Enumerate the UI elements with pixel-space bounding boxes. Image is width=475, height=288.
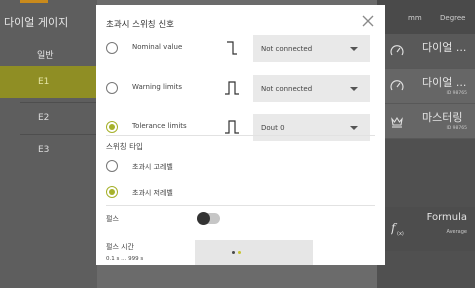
- dial-gauge-icon: [390, 80, 404, 91]
- dialog-title: 초과시 스위칭 신호: [106, 20, 174, 30]
- chevron-down-icon: [350, 47, 358, 51]
- feature-sub: Average: [446, 229, 467, 235]
- sidebar-item-label: 일반: [37, 51, 54, 61]
- master-crown-icon: [391, 116, 403, 128]
- sidebar-item-general[interactable]: 일반: [0, 37, 97, 66]
- sidebar-item-e2[interactable]: E2: [0, 102, 97, 134]
- divider: [106, 205, 375, 206]
- radio-nominal[interactable]: [106, 42, 118, 54]
- unit-bar: mm Degree: [377, 0, 475, 34]
- feature-item-mastering[interactable]: 마스터링 ID 98765: [377, 104, 475, 139]
- page-dot-1[interactable]: [232, 251, 235, 254]
- feature-item-formula[interactable]: f (x) Formula Average: [377, 207, 475, 251]
- feature-name: Formula: [426, 212, 467, 223]
- option-low-level[interactable]: 초과시 저레벨: [96, 180, 385, 204]
- option-label: 초과시 저레벨: [132, 189, 173, 197]
- switching-signal-dialog: 초과시 스위칭 신호 Nominal value Not connected W…: [96, 5, 385, 265]
- feature-item-dial-2[interactable]: 다이얼 ... ID 98765: [377, 69, 475, 104]
- signal-row-nominal[interactable]: Nominal value Not connected: [96, 32, 385, 66]
- sidebar-item-label: E2: [38, 113, 50, 123]
- orange-marker: [20, 0, 48, 3]
- signal-label: Nominal value: [132, 43, 183, 51]
- pulse-icon: [225, 81, 239, 95]
- option-label: 초과시 고레벨: [132, 163, 173, 171]
- signal-label: Tolerance limits: [132, 122, 187, 130]
- formula-icon: f (x): [391, 221, 404, 236]
- output-select-warning[interactable]: Not connected: [253, 75, 370, 102]
- unit-degree[interactable]: Degree: [440, 14, 465, 22]
- sidebar-item-label: E1: [38, 77, 50, 87]
- dial-gauge-icon: [390, 45, 404, 56]
- signal-row-warning[interactable]: Warning limits Not connected: [96, 72, 385, 106]
- pulse-toggle[interactable]: [197, 212, 220, 225]
- radio-warning[interactable]: [106, 82, 118, 94]
- select-value: Dout 0: [261, 124, 285, 132]
- feature-item-dial-1[interactable]: 다이얼 ...: [377, 34, 475, 69]
- pulse-icon: [225, 120, 239, 134]
- unit-mm[interactable]: mm: [408, 14, 422, 22]
- select-value: Not connected: [261, 45, 313, 53]
- feature-id: ID 98765: [446, 91, 467, 96]
- feature-name: 다이얼 ...: [422, 41, 467, 54]
- pulse-time-range: 0.1 s ... 999 s: [106, 256, 144, 262]
- output-select-nominal[interactable]: Not connected: [253, 35, 370, 62]
- toggle-knob: [197, 212, 210, 225]
- option-high-level[interactable]: 초과시 고레벨: [96, 154, 385, 178]
- sidebar-item-e1[interactable]: E1: [0, 66, 97, 98]
- pulse-time-input[interactable]: [195, 240, 313, 265]
- feature-name: 마스터링: [422, 111, 463, 124]
- feature-id: ID 98765: [446, 126, 467, 131]
- chevron-down-icon: [350, 126, 358, 130]
- svg-text:(x): (x): [397, 231, 404, 236]
- close-icon[interactable]: [360, 13, 376, 29]
- pulse-label: 펄스: [106, 215, 119, 223]
- radio-high-level[interactable]: [106, 160, 118, 172]
- settings-sidebar: 다이얼 게이지 일반 E1 E2 E3: [0, 0, 97, 288]
- pulse-time-label: 펄스 시간: [106, 243, 134, 251]
- output-select-tolerance[interactable]: Dout 0: [253, 114, 370, 141]
- chevron-down-icon: [350, 87, 358, 91]
- page-dot-2[interactable]: [238, 251, 241, 254]
- sidebar-item-e3[interactable]: E3: [0, 134, 97, 166]
- sidebar-item-label: E3: [38, 145, 50, 155]
- switching-type-title: 스위칭 타입: [106, 142, 143, 151]
- signal-row-tolerance[interactable]: Tolerance limits Dout 0: [96, 111, 385, 145]
- feature-name: 다이얼 ...: [422, 76, 467, 89]
- falling-edge-icon: [227, 41, 237, 55]
- feature-panel: mm Degree 다이얼 ... 다이얼 ... ID 98765 마스터링: [377, 0, 475, 288]
- sidebar-title: 다이얼 게이지: [4, 16, 69, 29]
- divider: [106, 135, 375, 136]
- radio-low-level[interactable]: [106, 186, 118, 198]
- signal-label: Warning limits: [132, 83, 183, 91]
- radio-tolerance[interactable]: [106, 121, 118, 133]
- select-value: Not connected: [261, 85, 313, 93]
